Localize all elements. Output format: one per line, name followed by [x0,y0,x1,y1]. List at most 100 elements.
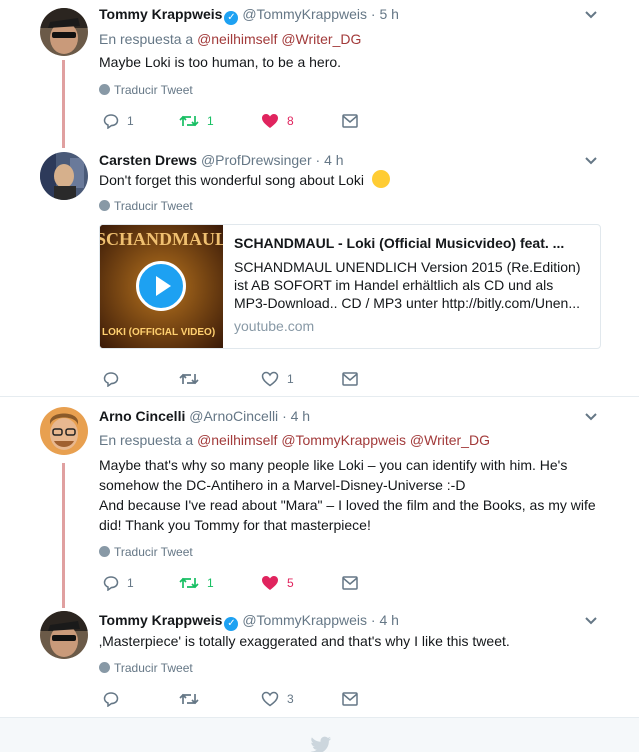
thumbnail-subtitle: LOKI (OFFICIAL VIDEO) [102,327,215,338]
like-count: 8 [287,114,294,128]
chevron-down-icon[interactable] [584,410,600,426]
translate-label: Traducir Tweet [114,199,193,213]
avatar-image [40,152,88,200]
separator-dot: · [370,6,376,22]
mention-link[interactable]: @TommyKrappweis [281,432,406,448]
envelope-icon [342,576,358,590]
chevron-down-icon[interactable] [584,614,600,630]
tweet-text: Maybe Loki is too human, to be a hero. [99,54,342,70]
display-name[interactable]: Arno Cincelli [99,408,185,424]
heart-icon [262,114,278,128]
reply-button[interactable]: 1 [103,111,134,131]
timestamp[interactable]: 4 h [324,152,343,168]
reply-context: En respuesta a @neilhimself @TommyKrappw… [99,432,490,448]
avatar[interactable] [40,8,88,56]
tweet-3[interactable]: Arno Cincelli @ArnoCincelli · 4 h En res… [0,397,639,608]
username[interactable]: @TommyKrappweis [242,612,367,628]
username[interactable]: @ArnoCincelli [189,408,278,424]
envelope-icon [342,692,358,706]
avatar-image [40,8,88,56]
reply-count: 1 [127,576,134,590]
direct-message-button[interactable] [342,369,358,389]
display-name[interactable]: Carsten Drews [99,152,197,168]
chevron-down-icon[interactable] [584,154,600,170]
translate-link[interactable]: Traducir Tweet [99,661,193,675]
play-icon[interactable] [136,261,186,311]
avatar[interactable] [40,611,88,659]
reply-prefix: En respuesta a [99,432,194,448]
mention-link[interactable]: @neilhimself [197,432,277,448]
translate-link[interactable]: Traducir Tweet [99,199,193,213]
timestamp[interactable]: 4 h [291,408,310,424]
tweet-4[interactable]: Tommy Krappweis ✓ @TommyKrappweis · 4 h ‚… [0,601,639,717]
direct-message-button[interactable] [342,689,358,709]
timestamp[interactable]: 4 h [379,612,398,628]
retweet-button[interactable] [179,369,199,389]
reply-icon [103,372,119,387]
retweet-button[interactable]: 1 [179,111,214,131]
like-button[interactable]: 8 [261,111,294,131]
video-thumbnail[interactable]: SCHANDMAUL LOKI (OFFICIAL VIDEO) [100,225,223,348]
reply-count: 1 [127,114,134,128]
tweet-header: Tommy Krappweis ✓ @TommyKrappweis · 4 h [99,612,399,631]
like-button[interactable]: 1 [261,369,294,389]
reply-icon [103,114,119,129]
card-title[interactable]: SCHANDMAUL - Loki (Official Musicvideo) … [234,235,590,251]
translate-link[interactable]: Traducir Tweet [99,83,193,97]
tweet-text-line: somehow the DC-Antihero in a Marvel-Disn… [99,477,466,493]
link-card[interactable]: SCHANDMAUL LOKI (OFFICIAL VIDEO) SCHANDM… [99,224,601,349]
card-domain: youtube.com [234,318,315,334]
card-description: SCHANDMAUL UNENDLICH Version 2015 (Re.Ed… [234,259,581,311]
tweet-actions: 3 [99,689,399,709]
globe-icon [99,200,110,211]
retweet-icon [179,577,199,589]
thread-connector [62,60,65,148]
mention-link[interactable]: @Writer_DG [281,31,361,47]
direct-message-button[interactable] [342,573,358,593]
thread-connector [62,463,65,608]
translate-label: Traducir Tweet [114,545,193,559]
retweet-button[interactable] [179,689,199,709]
direct-message-button[interactable] [342,111,358,131]
tweet-header: Arno Cincelli @ArnoCincelli · 4 h [99,408,310,424]
tweet-1[interactable]: Tommy Krappweis ✓ @TommyKrappweis · 5 h E… [0,0,639,148]
tweet-text: Don't forget this wonderful song about L… [99,170,599,190]
tweet-text: ‚Masterpiece' is totally exaggerated and… [99,633,510,649]
avatar[interactable] [40,407,88,455]
tweet-actions: 1 1 5 [99,573,399,593]
like-count: 5 [287,576,294,590]
tweet-2[interactable]: Carsten Drews @ProfDrewsinger · 4 h Don'… [0,145,639,395]
like-count: 1 [287,372,294,386]
tweet-text-content: Don't forget this wonderful song about L… [99,172,364,188]
like-button[interactable]: 3 [261,689,294,709]
timestamp[interactable]: 5 h [379,6,398,22]
retweet-count: 1 [207,576,214,590]
retweet-count: 1 [207,114,214,128]
like-button[interactable]: 5 [261,573,294,593]
twitter-bird-icon [310,736,332,752]
heart-icon [261,371,279,387]
reply-button[interactable]: 1 [103,573,134,593]
display-name[interactable]: Tommy Krappweis [99,612,222,628]
retweet-icon [179,693,199,705]
chevron-down-icon[interactable] [584,8,600,24]
reply-button[interactable] [103,689,119,709]
mention-link[interactable]: @Writer_DG [410,432,490,448]
translate-label: Traducir Tweet [114,661,193,675]
envelope-icon [342,114,358,128]
display-name[interactable]: Tommy Krappweis [99,6,222,22]
mention-link[interactable]: @neilhimself [197,31,277,47]
heart-icon [262,576,278,590]
retweet-button[interactable]: 1 [179,573,214,593]
username[interactable]: @ProfDrewsinger [201,152,312,168]
tweet-actions: 1 1 8 [99,111,399,131]
reply-icon [103,692,119,707]
tweet-text-line: And because I've read about "Mara" – I l… [99,497,596,513]
tweet-text-line: did! Thank you Tommy for that masterpiec… [99,517,371,533]
tweet-text-line: Maybe that's why so many people like Lok… [99,457,568,473]
username[interactable]: @TommyKrappweis [242,6,367,22]
avatar[interactable] [40,152,88,200]
reply-button[interactable] [103,369,119,389]
translate-link[interactable]: Traducir Tweet [99,545,193,559]
envelope-icon [342,372,358,386]
